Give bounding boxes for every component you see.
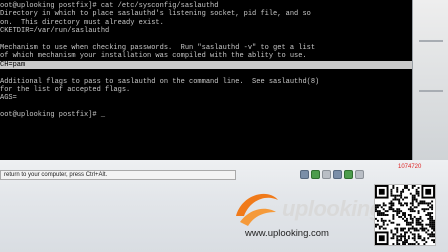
overlay-number: 1074720 bbox=[398, 164, 422, 170]
monitor-icon[interactable] bbox=[322, 169, 331, 179]
vm-status-bar: return to your computer, press Ctrl+Alt. bbox=[0, 170, 236, 180]
terminal-line: of which mechanism your installation was… bbox=[0, 52, 307, 61]
terminal-line: Directory in which to place saslauthd's … bbox=[0, 10, 311, 19]
keyboard-icon[interactable] bbox=[355, 169, 364, 179]
terminal-line: Mechanism to use when checking passwords… bbox=[0, 43, 316, 52]
usb-icon[interactable] bbox=[344, 169, 353, 179]
network-icon[interactable] bbox=[300, 169, 309, 179]
side-divider bbox=[419, 90, 443, 92]
brand-name: uplooking bbox=[282, 196, 383, 221]
brand-url[interactable]: www.uplooking.com bbox=[245, 228, 329, 239]
side-panel bbox=[412, 0, 448, 160]
terminal-line: oot@uplooking postfix]# cat /etc/sysconf… bbox=[0, 2, 219, 10]
qr-code-icon bbox=[374, 184, 436, 246]
terminal-line: AGS= bbox=[0, 94, 17, 103]
side-divider bbox=[419, 40, 443, 42]
terminal-window[interactable]: oot@uplooking postfix]# cat /etc/sysconf… bbox=[0, 0, 412, 160]
system-tray bbox=[300, 168, 364, 180]
status-text: return to your computer, press Ctrl+Alt. bbox=[4, 172, 108, 178]
terminal-line: on. This directory must already exist. bbox=[0, 18, 164, 27]
sound-icon[interactable] bbox=[311, 169, 320, 179]
terminal-line: CH=pam bbox=[0, 60, 412, 70]
terminal-line: CKETDIR=/var/run/saslauthd bbox=[0, 27, 110, 36]
terminal-line: for the list of accepted flags. bbox=[0, 85, 131, 94]
terminal-line: oot@uplooking postfix]# _ bbox=[0, 111, 106, 120]
terminal-line: Additional flags to pass to saslauthd on… bbox=[0, 77, 320, 86]
brand-logo-icon bbox=[236, 193, 278, 226]
printer-icon[interactable] bbox=[333, 169, 342, 179]
